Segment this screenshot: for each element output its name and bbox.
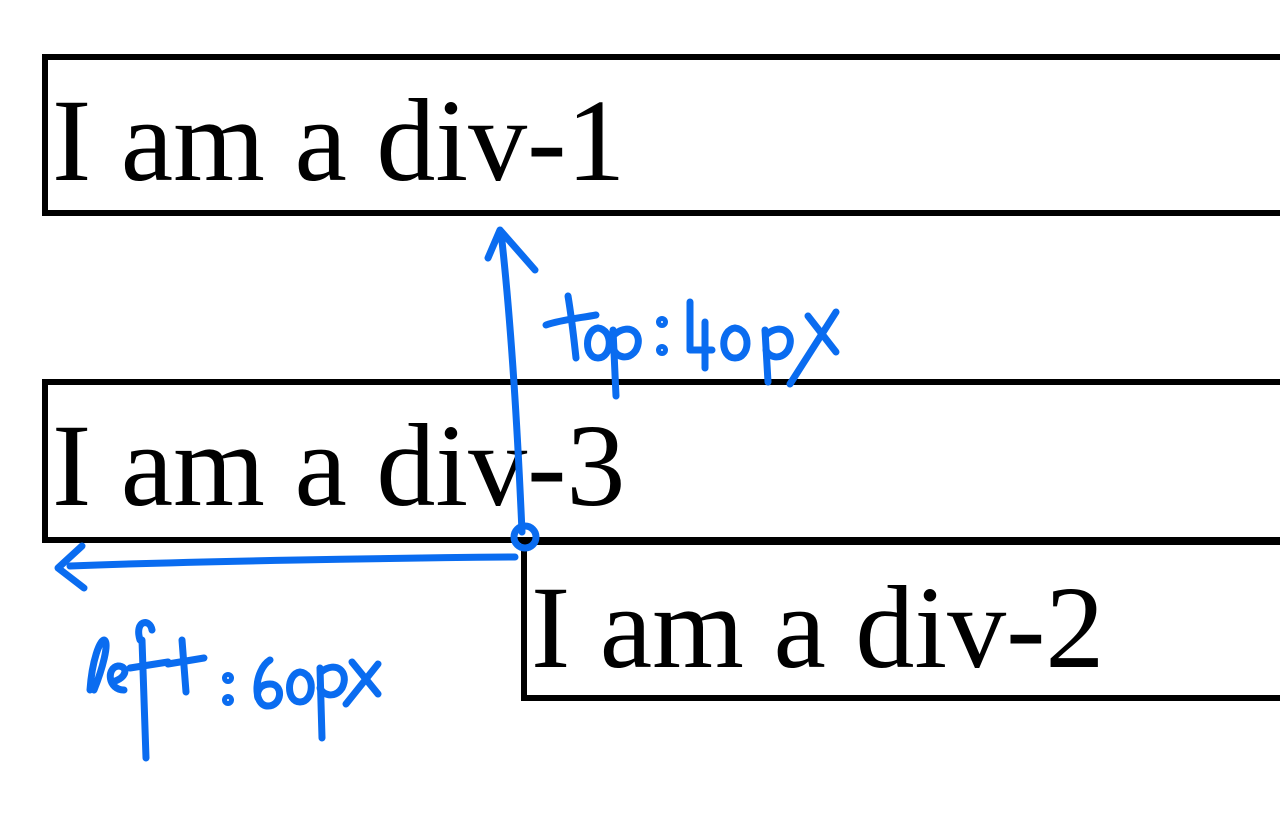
diagram-canvas: I am a div-1 I am a div-3 I am a div-2 — [0, 0, 1280, 822]
left-note-handwriting — [86, 619, 382, 762]
div-2-label: I am a div-2 — [531, 562, 1105, 693]
left-arrow-head — [54, 542, 88, 592]
div-2-box: I am a div-2 — [521, 539, 1280, 701]
left-arrow-shaft — [66, 553, 519, 570]
div-1-box: I am a div-1 — [42, 54, 1280, 216]
div-3-label: I am a div-3 — [52, 400, 626, 531]
div-3-box: I am a div-3 — [42, 379, 1280, 543]
div-1-label: I am a div-1 — [52, 75, 626, 206]
top-arrow-head — [484, 226, 539, 274]
